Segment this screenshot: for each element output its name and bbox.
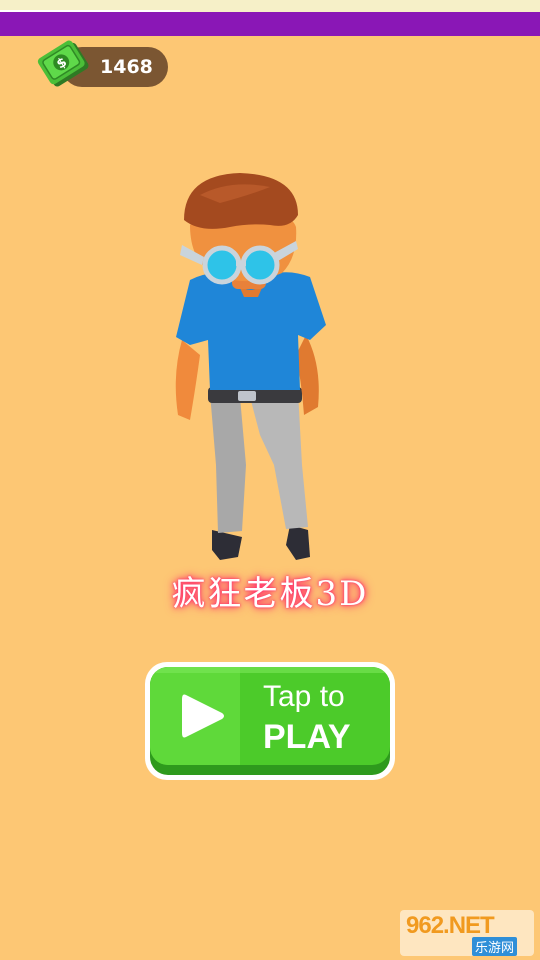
game-title: 疯狂老板3D	[171, 574, 369, 614]
watermark-subtitle: 乐游网	[472, 937, 518, 956]
watermark-logo-text: 962.NET	[406, 912, 495, 939]
tap-to-play-button[interactable]: Tap to PLAY	[145, 662, 395, 780]
site-watermark: 962.NET 乐游网	[400, 910, 534, 956]
button-face: Tap to PLAY	[150, 667, 390, 765]
cash-banknote-icon: $	[37, 40, 89, 87]
cash-amount: 1468	[100, 56, 153, 78]
play-label-line2: PLAY	[263, 718, 351, 756]
play-label-line1: Tap to	[263, 680, 345, 713]
boss-character	[175, 173, 326, 560]
play-triangle-icon	[182, 694, 224, 738]
button-highlight	[150, 667, 390, 673]
